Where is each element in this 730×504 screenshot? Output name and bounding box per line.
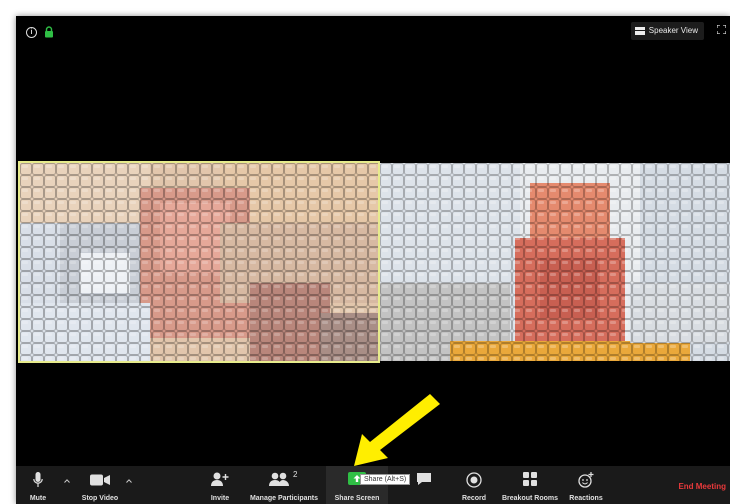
- share-screen-label: Share Screen: [334, 495, 380, 502]
- record-button[interactable]: Record: [458, 466, 490, 504]
- reactions-label: Reactions: [569, 495, 603, 502]
- breakout-rooms-button[interactable]: Breakout Rooms: [498, 466, 562, 504]
- breakout-rooms-label: Breakout Rooms: [501, 495, 558, 502]
- stop-video-button[interactable]: Stop Video: [76, 466, 124, 504]
- share-tooltip: Share (Alt+S): [360, 474, 411, 485]
- reactions-button[interactable]: Reactions: [566, 466, 606, 504]
- manage-participants-label: Manage Participants: [249, 495, 319, 502]
- top-bar: i Speaker View: [16, 16, 730, 46]
- caret-up-icon[interactable]: [64, 478, 70, 484]
- pixelated-video-feed: [20, 163, 378, 361]
- reactions-icon: [578, 472, 594, 488]
- participant-video-2[interactable]: [380, 163, 730, 361]
- fullscreen-icon[interactable]: [717, 25, 726, 34]
- microphone-icon: [33, 472, 43, 487]
- participants-icon: [269, 472, 289, 486]
- caret-up-icon[interactable]: [126, 478, 132, 484]
- speaker-view-icon: [634, 27, 645, 35]
- video-camera-icon: [90, 474, 110, 486]
- mute-label: Mute: [29, 495, 47, 502]
- invite-button[interactable]: Invite: [204, 466, 236, 504]
- add-person-icon: [211, 472, 229, 486]
- breakout-rooms-icon: [523, 472, 537, 486]
- end-meeting-button[interactable]: End Meeting: [678, 482, 726, 491]
- stop-video-label: Stop Video: [81, 495, 119, 502]
- invite-label: Invite: [210, 495, 230, 502]
- annotation-arrow: [354, 394, 440, 466]
- lock-icon[interactable]: [44, 26, 54, 38]
- record-icon: [466, 472, 482, 488]
- manage-participants-button[interactable]: 2 Manage Participants: [244, 466, 324, 504]
- speaker-view-label: Speaker View: [648, 26, 698, 35]
- info-icon[interactable]: i: [26, 27, 37, 38]
- speaker-view-button[interactable]: Speaker View: [630, 22, 704, 40]
- pixelated-video-feed: [380, 163, 730, 361]
- record-label: Record: [461, 495, 487, 502]
- participant-video-1[interactable]: [18, 161, 380, 363]
- participant-count: 2: [293, 470, 298, 479]
- mute-button[interactable]: Mute: [24, 466, 52, 504]
